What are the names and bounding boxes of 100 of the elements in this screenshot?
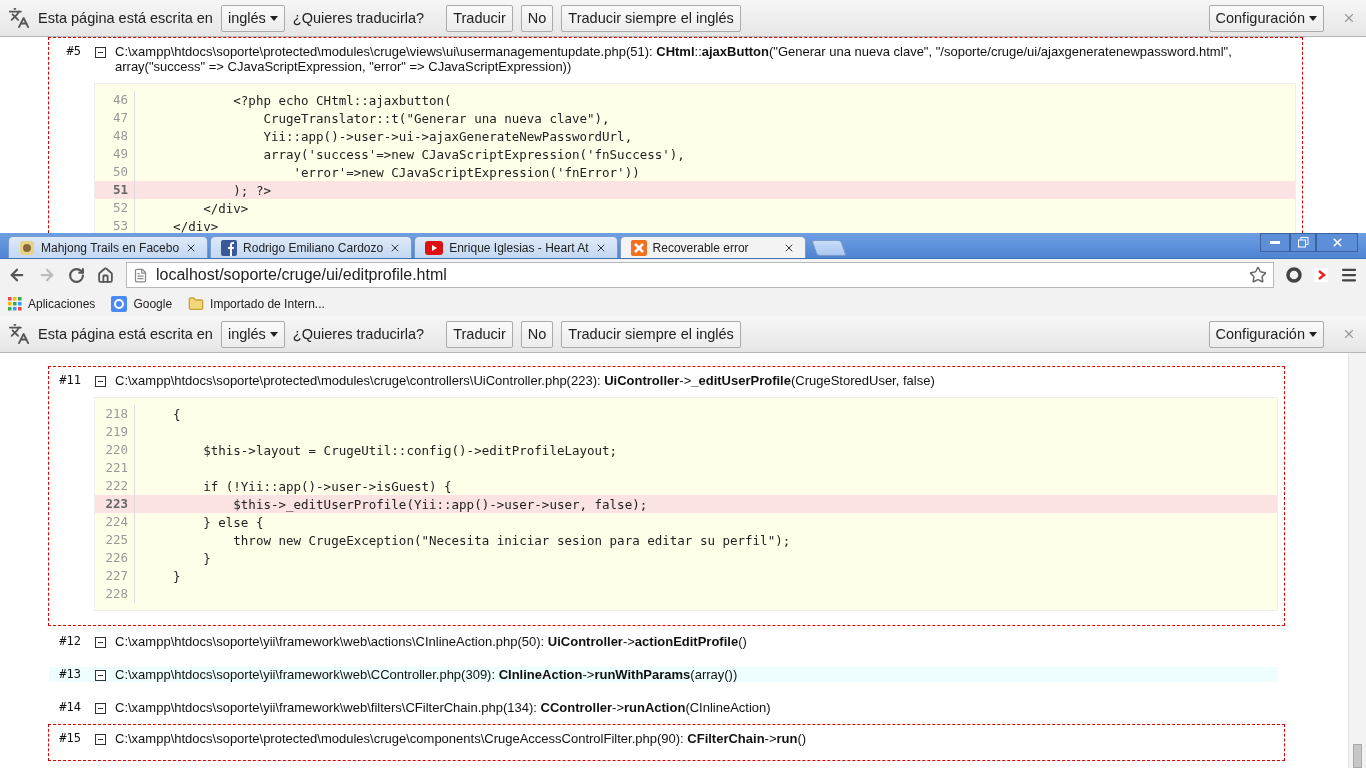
minimize-icon bbox=[1270, 241, 1280, 244]
close-window-button[interactable] bbox=[1316, 233, 1358, 252]
code-line: Yii::app()->user->ui->ajaxGenerateNewPasswordUrl, bbox=[262, 128, 633, 144]
trace-number: #15 bbox=[58, 731, 81, 746]
translate-button[interactable]: No bbox=[520, 4, 554, 32]
tab-title: Enrique Iglesias - Heart At bbox=[449, 240, 589, 255]
code-line: } bbox=[202, 550, 211, 566]
trace-number: #5 bbox=[65, 44, 81, 59]
translate-message: Esta página está escrita en bbox=[38, 326, 213, 342]
ring-icon[interactable] bbox=[1286, 267, 1302, 283]
chevron-icon[interactable] bbox=[1314, 268, 1328, 282]
trace-location: C:\xampp\htdocs\soporte\yii\framework\web\CController.php(309): CInlineAction->runWithParams(array()) bbox=[115, 667, 739, 682]
collapse-icon[interactable] bbox=[95, 376, 106, 387]
code-line: ); ?> bbox=[232, 182, 271, 198]
line-number: 47 bbox=[95, 109, 135, 127]
code-line: if (!Yii::app()->user->isGuest) { bbox=[202, 478, 452, 494]
translate-question: ¿Quieres traducirla? bbox=[292, 326, 425, 342]
code-line: 'error'=>new CJavaScriptExpression('fnError')) bbox=[292, 164, 640, 180]
line-number: 52 bbox=[95, 199, 135, 217]
settings-button[interactable]: Configuración bbox=[1208, 4, 1324, 32]
star-icon[interactable] bbox=[1249, 266, 1267, 284]
code-line: { bbox=[172, 406, 181, 422]
code-line: $this->layout = CrugeUtil::config()->editProfileLayout; bbox=[202, 442, 618, 458]
code-line: <?php echo CHtml::ajaxbutton( bbox=[232, 92, 452, 108]
translate-button[interactable]: Traducir bbox=[446, 320, 513, 348]
back-icon[interactable] bbox=[8, 266, 26, 284]
browser-tab[interactable]: Rodrigo Emiliano Cardozo bbox=[210, 236, 413, 258]
trace-number: #11 bbox=[58, 373, 81, 388]
line-number: 219 bbox=[95, 423, 135, 441]
browser-tab[interactable]: Recoverable error bbox=[619, 236, 806, 258]
trace-location: C:\xampp\htdocs\soporte\yii\framework\web\filters\CFilterChain.php(134): CController->runAction(CInlineAction) bbox=[115, 700, 772, 715]
language-select[interactable]: inglés bbox=[220, 4, 285, 32]
code-line: </div> bbox=[172, 218, 219, 233]
home-icon[interactable] bbox=[97, 266, 114, 284]
line-number: 49 bbox=[95, 145, 135, 163]
search-engine-icon bbox=[111, 295, 128, 312]
bookmark-item[interactable]: Importado de Intern... bbox=[188, 295, 325, 312]
translate-icon bbox=[8, 7, 30, 29]
trace-location: C:\xampp\htdocs\soporte\yii\framework\web\actions\CInlineAction.php(50): UiController->actionEditProfile() bbox=[115, 634, 748, 649]
line-number: 223 bbox=[95, 495, 135, 513]
bookmark-item[interactable]: Google bbox=[111, 295, 173, 312]
translate-message: Esta página está escrita en bbox=[38, 10, 213, 26]
page-icon bbox=[133, 267, 148, 283]
game-favicon bbox=[19, 239, 35, 256]
code-line: CrugeTranslator::t("Generar una nueva clave"), bbox=[262, 110, 610, 126]
browser-tab[interactable]: Enrique Iglesias - Heart At bbox=[414, 236, 618, 258]
line-number: 51 bbox=[95, 181, 135, 199]
new-tab-button[interactable] bbox=[810, 240, 847, 256]
social-favicon bbox=[221, 239, 238, 256]
code-line: } else { bbox=[202, 514, 264, 530]
scrollbar[interactable] bbox=[1348, 353, 1366, 768]
line-number: 224 bbox=[95, 513, 135, 531]
line-number: 221 bbox=[95, 459, 135, 477]
line-number: 226 bbox=[95, 549, 135, 567]
trace-number: #12 bbox=[58, 634, 81, 649]
minimize-button[interactable] bbox=[1260, 233, 1290, 252]
folder-icon bbox=[188, 295, 205, 312]
caret-icon bbox=[1309, 331, 1317, 337]
trace-location: C:\xampp\htdocs\soporte\protected\modules\cruge\views\ui\usermanagementupdate.php(51): CHtml::ajaxButton("Generar una nueva clave", "/soporte/cruge/ui/ajaxgeneratenewpassword.html", array("success" => CJavaScriptExpression, "error" => CJavaScriptExpression)) bbox=[115, 44, 1233, 74]
collapse-icon[interactable] bbox=[95, 637, 106, 648]
tab-title: Recoverable error bbox=[652, 240, 750, 255]
code-line: $this->_editUserProfile(Yii::app()->user->user, false); bbox=[232, 496, 648, 512]
code-line: throw new CrugeException("Necesita iniciar sesion para editar su perfil"); bbox=[232, 532, 791, 548]
language-select[interactable]: inglés bbox=[220, 320, 285, 348]
collapse-icon[interactable] bbox=[95, 47, 106, 58]
trace-number: #14 bbox=[58, 700, 81, 715]
line-number: 220 bbox=[95, 441, 135, 459]
collapse-icon[interactable] bbox=[95, 670, 106, 681]
reload-icon[interactable] bbox=[68, 266, 85, 284]
translate-button[interactable]: Traducir bbox=[446, 4, 513, 32]
tab-title: Mahjong Trails en Facebo bbox=[41, 240, 180, 255]
translate-question: ¿Quieres traducirla? bbox=[292, 10, 425, 26]
settings-button[interactable]: Configuración bbox=[1208, 320, 1324, 348]
collapse-icon[interactable] bbox=[95, 734, 106, 745]
translate-button[interactable]: Traducir siempre el inglés bbox=[561, 320, 741, 348]
menu-icon[interactable] bbox=[1340, 266, 1358, 284]
address-text: localhost/soporte/cruge/ui/editprofile.html bbox=[156, 266, 448, 284]
translate-button[interactable]: No bbox=[520, 320, 554, 348]
server-favicon bbox=[630, 239, 647, 256]
trace-number: #13 bbox=[58, 667, 81, 682]
translate-icon bbox=[8, 323, 30, 345]
line-number: 46 bbox=[95, 91, 135, 109]
trace-location: C:\xampp\htdocs\soporte\protected\modules\cruge\components\CrugeAccessControlFilter.php(90): CFilterChain->run() bbox=[115, 731, 808, 746]
apps-grid-icon bbox=[8, 296, 22, 311]
browser-tab[interactable]: Mahjong Trails en Facebo bbox=[8, 236, 209, 258]
code-line: array('success'=>new CJavaScriptExpression('fnSuccess'), bbox=[262, 146, 685, 162]
line-number: 48 bbox=[95, 127, 135, 145]
caret-icon bbox=[269, 15, 278, 21]
restore-button[interactable] bbox=[1290, 233, 1316, 252]
video-favicon bbox=[425, 240, 444, 255]
restore-icon bbox=[1297, 237, 1309, 248]
trace-location: C:\xampp\htdocs\soporte\protected\modules\cruge\controllers\UiController.php(223): UiController->_editUserProfile(CrugeStoredUser, false) bbox=[115, 373, 936, 388]
bookmark-item[interactable]: Aplicaciones bbox=[8, 296, 96, 311]
address-bar[interactable]: localhost/soporte/cruge/ui/editprofile.html bbox=[126, 262, 1274, 288]
scroll-thumb[interactable] bbox=[1353, 744, 1362, 768]
line-number: 218 bbox=[95, 405, 135, 423]
collapse-icon[interactable] bbox=[95, 703, 106, 714]
translate-button[interactable]: Traducir siempre el inglés bbox=[561, 4, 741, 32]
close-icon bbox=[1330, 236, 1344, 249]
line-number: 227 bbox=[95, 567, 135, 585]
